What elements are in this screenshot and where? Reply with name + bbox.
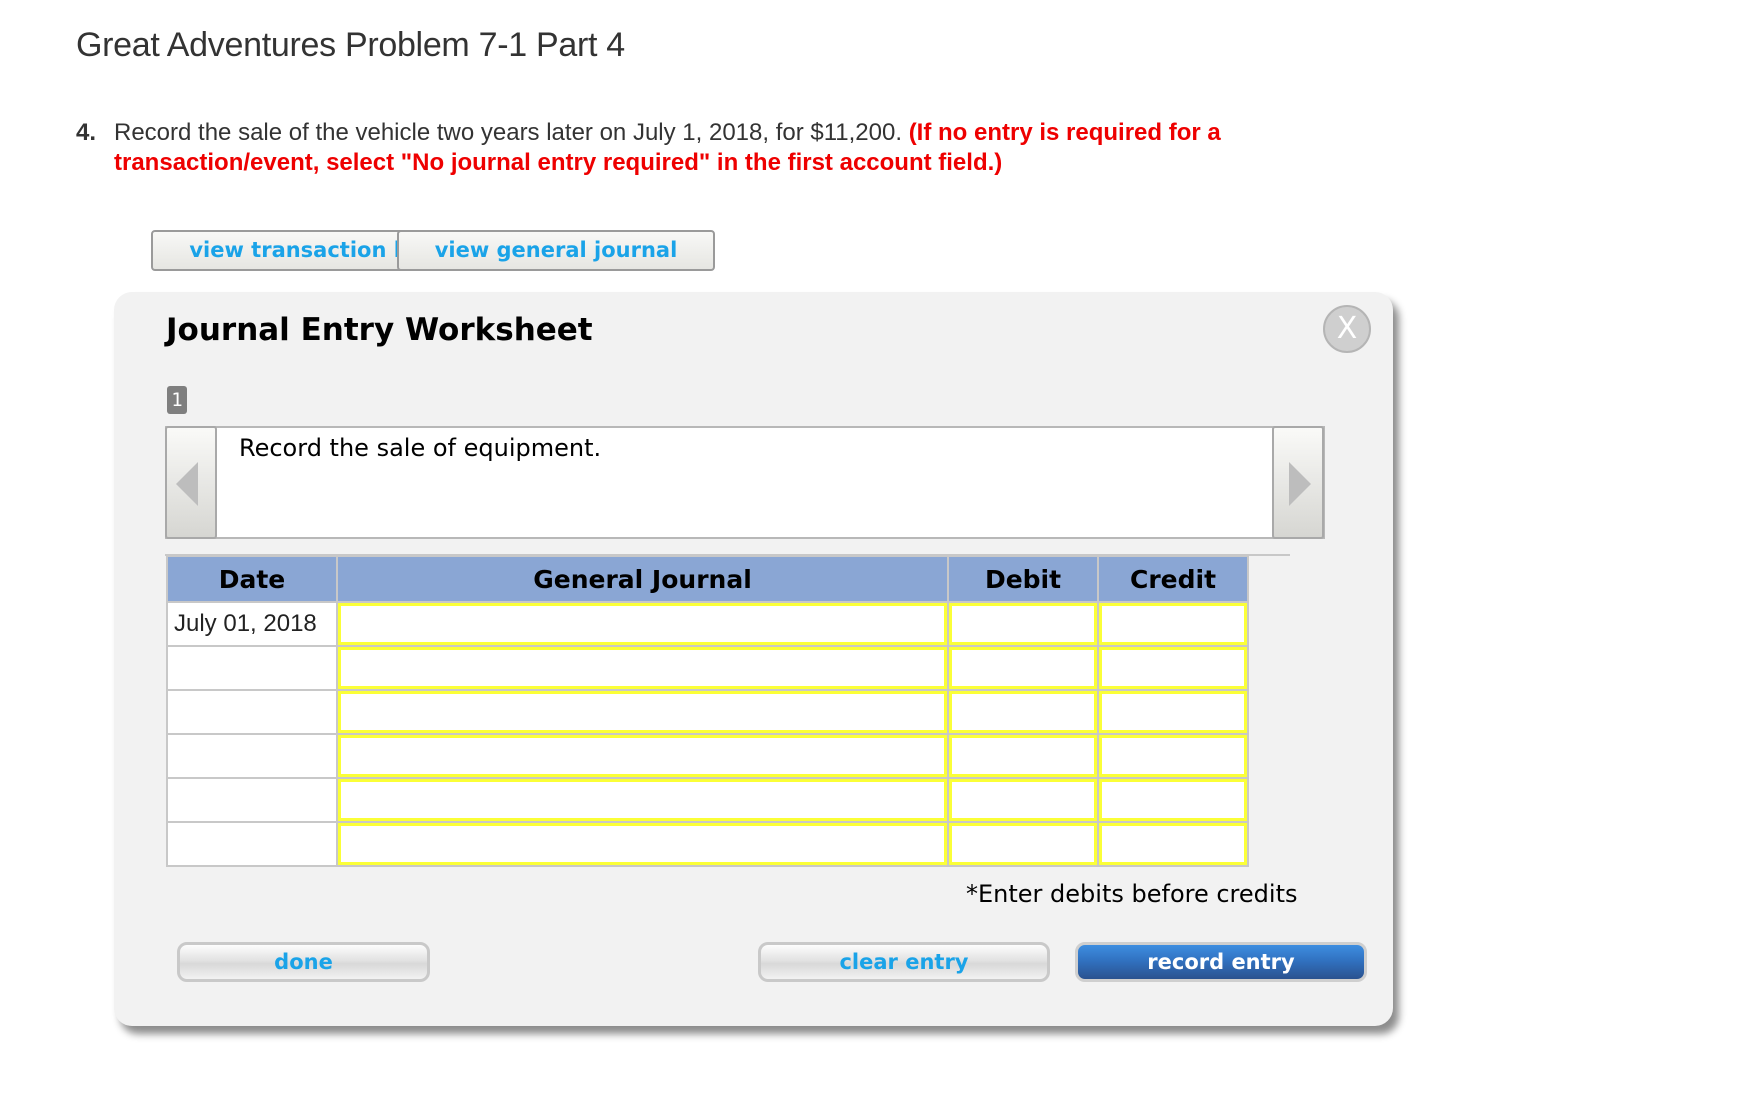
credit-input[interactable]: [1099, 691, 1247, 733]
question-number: 4.: [76, 119, 97, 146]
date-cell: [166, 777, 338, 823]
header-general-journal: General Journal: [336, 555, 949, 603]
debit-input[interactable]: [949, 691, 1097, 733]
debits-before-credits-note: *Enter debits before credits: [966, 880, 1298, 908]
account-input[interactable]: [338, 823, 947, 865]
close-button[interactable]: X: [1323, 305, 1371, 353]
credit-input[interactable]: [1099, 647, 1247, 689]
debit-input[interactable]: [949, 823, 1097, 865]
table-row: [166, 645, 1249, 691]
credit-input[interactable]: [1099, 603, 1247, 645]
record-entry-button[interactable]: record entry: [1075, 942, 1367, 982]
debit-input[interactable]: [949, 647, 1097, 689]
account-input[interactable]: [338, 691, 947, 733]
table-row: [166, 733, 1249, 779]
next-transaction-button[interactable]: [1272, 426, 1324, 539]
credit-input[interactable]: [1099, 823, 1247, 865]
view-general-journal-button[interactable]: view general journal: [397, 230, 715, 271]
worksheet-title: Journal Entry Worksheet: [166, 312, 593, 348]
close-icon: X: [1336, 311, 1358, 346]
transaction-description: Record the sale of equipment.: [239, 434, 602, 462]
question-text: Record the sale of the vehicle two years…: [114, 119, 903, 146]
previous-transaction-button[interactable]: [165, 426, 217, 539]
date-cell: [166, 821, 338, 867]
date-cell: [166, 645, 338, 691]
transaction-description-box: Record the sale of equipment.: [165, 426, 1325, 539]
triangle-left-icon: [176, 462, 198, 506]
clear-entry-button[interactable]: clear entry: [758, 942, 1050, 982]
table-row: July 01, 2018: [166, 601, 1249, 647]
header-credit: Credit: [1097, 555, 1249, 603]
account-input[interactable]: [338, 647, 947, 689]
date-cell: [166, 733, 338, 779]
account-input[interactable]: [338, 779, 947, 821]
question-block: 4. Record the sale of the vehicle two ye…: [76, 118, 1376, 178]
table-header-row: Date General Journal Debit Credit: [166, 555, 1249, 603]
date-cell: July 01, 2018: [166, 601, 338, 647]
debit-input[interactable]: [949, 603, 1097, 645]
credit-input[interactable]: [1099, 779, 1247, 821]
done-button[interactable]: done: [177, 942, 430, 982]
account-input[interactable]: [338, 603, 947, 645]
date-cell: [166, 689, 338, 735]
triangle-right-icon: [1289, 462, 1311, 506]
credit-input[interactable]: [1099, 735, 1247, 777]
table-row: [166, 821, 1249, 867]
header-date: Date: [166, 555, 338, 603]
debit-input[interactable]: [949, 779, 1097, 821]
page-title: Great Adventures Problem 7-1 Part 4: [76, 26, 625, 64]
journal-entry-worksheet-panel: Journal Entry Worksheet X 1 Record the s…: [114, 292, 1393, 1026]
question-body: Record the sale of the vehicle two years…: [114, 118, 1376, 178]
header-debit: Debit: [947, 555, 1099, 603]
table-row: [166, 777, 1249, 823]
account-input[interactable]: [338, 735, 947, 777]
table-row: [166, 689, 1249, 735]
journal-table: Date General Journal Debit Credit July 0…: [166, 555, 1249, 867]
step-badge[interactable]: 1: [167, 386, 187, 414]
debit-input[interactable]: [949, 735, 1097, 777]
